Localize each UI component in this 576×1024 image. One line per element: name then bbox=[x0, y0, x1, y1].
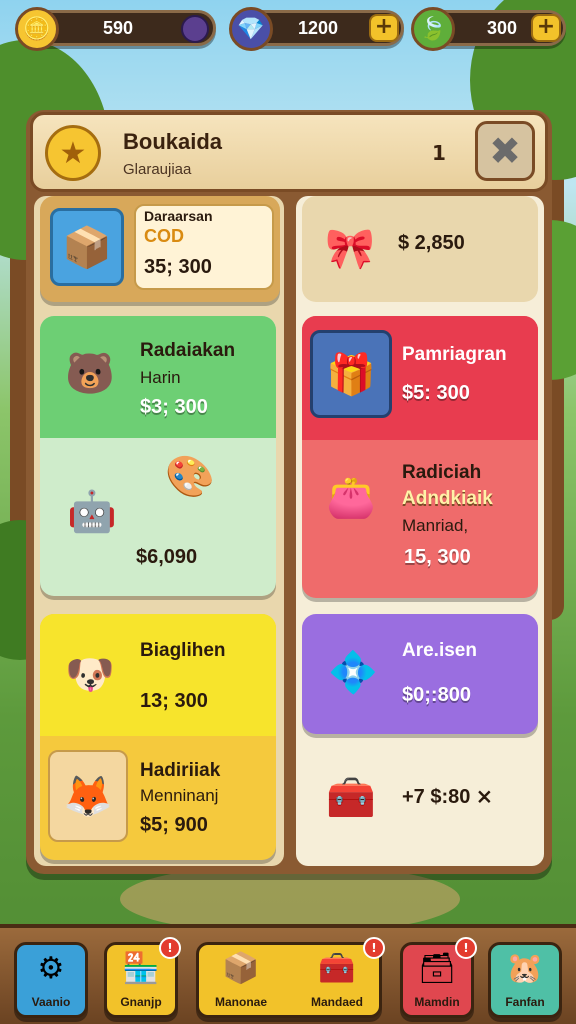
item-price: $5: 300 bbox=[402, 382, 470, 404]
shop-item-card[interactable]: 🎀 $ 2,850 bbox=[302, 196, 538, 302]
bottom-nav: ⚙ Vaanio 🏪 Gnanjp ! 📦 🧰 Manonae Mandaed … bbox=[0, 924, 576, 1024]
shop-item-card-yellow[interactable]: 🐶 Biaglihen 13; 300 🦊 Hadiriiak Menninan… bbox=[40, 614, 276, 860]
fox-character-icon: 🦊 bbox=[48, 750, 128, 842]
robot-character-icon: 🤖 bbox=[67, 488, 117, 535]
bow-icon: 🎀 bbox=[325, 225, 375, 272]
item-name: Radaiakan bbox=[140, 340, 236, 361]
item-name-2: Radiciah bbox=[402, 462, 482, 483]
close-icon: ✖ bbox=[489, 129, 521, 173]
shop-item-card-red[interactable]: 🎁 Pamriagran $5: 300 👛 Radiciah Adndkiai… bbox=[302, 316, 538, 598]
add-gems-button[interactable]: + bbox=[369, 14, 399, 42]
notification-badge: ! bbox=[455, 937, 477, 959]
item-price-2: $6,090 bbox=[136, 546, 198, 568]
shop-item-card[interactable]: 🧰 +7 $:80 ⨯ bbox=[302, 744, 538, 854]
item-price-2: 15, 300 bbox=[404, 546, 471, 568]
shop-column-left: 📦 Daraarsan COD 35; 300 🐻 Radaiakan Hari… bbox=[34, 196, 284, 866]
bear-character-icon: 🐻 bbox=[65, 350, 115, 397]
coin-counter: 🪙 590 bbox=[15, 7, 216, 51]
gold-box-icon: 🎁 bbox=[310, 330, 392, 418]
item-price-2: $5; 900 bbox=[140, 814, 208, 836]
item-price: +7 $:80 ⨯ bbox=[402, 786, 493, 808]
item-price: $0;:800 bbox=[402, 684, 471, 706]
item-price: $3; 300 bbox=[140, 396, 208, 418]
star-badge-icon: ★ bbox=[45, 125, 101, 181]
item-name: Pamriagran bbox=[402, 344, 507, 365]
shop-column-right: 🎀 $ 2,850 🎁 Pamriagran $5: 300 👛 Radicia… bbox=[296, 196, 544, 866]
treasure-chest-icon: 🧰 bbox=[326, 774, 376, 821]
item-sub: COD bbox=[144, 226, 184, 246]
nav-label: Gnanjp bbox=[120, 995, 162, 1009]
item-box-icon: 📦 bbox=[50, 208, 124, 286]
item-sub-2: Menninanj bbox=[140, 786, 219, 805]
leaf-counter: 🍃 300 + bbox=[411, 7, 566, 51]
add-leaves-button[interactable]: + bbox=[531, 14, 561, 42]
gem-badge-icon bbox=[181, 15, 209, 43]
nav-button-2[interactable]: 📦 🧰 Manonae Mandaed ! bbox=[196, 937, 385, 1018]
nav-button-0[interactable]: ⚙ Vaanio bbox=[14, 942, 88, 1018]
nav-label: Mamdin bbox=[414, 995, 460, 1009]
nav-label: Vaanio bbox=[31, 995, 71, 1009]
gear-icon: ⚙ bbox=[37, 951, 65, 986]
nav-label: Fanfan bbox=[505, 995, 545, 1009]
notification-badge: ! bbox=[363, 937, 385, 959]
nav-button-5[interactable]: 🐹 Fanfan bbox=[488, 942, 562, 1018]
item-sub-2: Adndkiaik bbox=[402, 488, 493, 509]
notification-badge: ! bbox=[159, 937, 181, 959]
nav-button-1[interactable]: 🏪 Gnanjp ! bbox=[104, 937, 181, 1018]
gem-counter: 💎 1200 + bbox=[229, 7, 404, 51]
item-price: 13; 300 bbox=[140, 690, 208, 712]
box-icon: 📦 bbox=[222, 951, 260, 986]
shop-header: ★ Boukaida Glaraujiaa 1 ✖ bbox=[30, 112, 548, 192]
item-name-2: Hadiriiak bbox=[140, 760, 221, 781]
shop-title: Boukaida bbox=[123, 129, 223, 154]
currency-bar: 🪙 590 💎 1200 + 🍃 300 + bbox=[10, 7, 566, 51]
shop-item-card-green[interactable]: 🐻 Radaiakan Harin $3; 300 🤖 🎨 $6,090 bbox=[40, 316, 276, 596]
item-name: Are.isen bbox=[402, 640, 477, 661]
dog-character-icon: 🐶 bbox=[65, 651, 115, 698]
crystal-icon: 💠 bbox=[328, 649, 378, 696]
nav-label: Mandaed bbox=[310, 995, 363, 1009]
nav-label: Manonae bbox=[214, 995, 267, 1009]
page-counter: 1 bbox=[432, 141, 446, 165]
shop-item-card[interactable]: 📦 Daraarsan COD 35; 300 bbox=[40, 196, 280, 302]
item-name: Daraarsan bbox=[144, 208, 213, 224]
palette-icon: 🎨 bbox=[165, 453, 215, 500]
item-sub-3: Manriad, bbox=[402, 516, 469, 535]
item-price: 35; 300 bbox=[144, 256, 212, 278]
shop-subtitle: Glaraujiaa bbox=[123, 161, 192, 178]
item-price: $ 2,850 bbox=[398, 232, 465, 254]
item-sub: Harin bbox=[140, 368, 181, 387]
item-name: Biaglihen bbox=[140, 640, 226, 661]
nav-button-4[interactable]: 🗃 Mamdin ! bbox=[400, 937, 477, 1018]
shop-item-card-purple[interactable]: 💠 Are.isen $0;:800 bbox=[302, 614, 538, 734]
purple-chest-icon: 👛 bbox=[326, 474, 376, 521]
close-button[interactable]: ✖ bbox=[475, 121, 535, 181]
character-icon: 🐹 bbox=[506, 951, 544, 986]
shop-panel: ★ Boukaida Glaraujiaa 1 ✖ 📦 Daraarsan CO… bbox=[26, 110, 552, 874]
